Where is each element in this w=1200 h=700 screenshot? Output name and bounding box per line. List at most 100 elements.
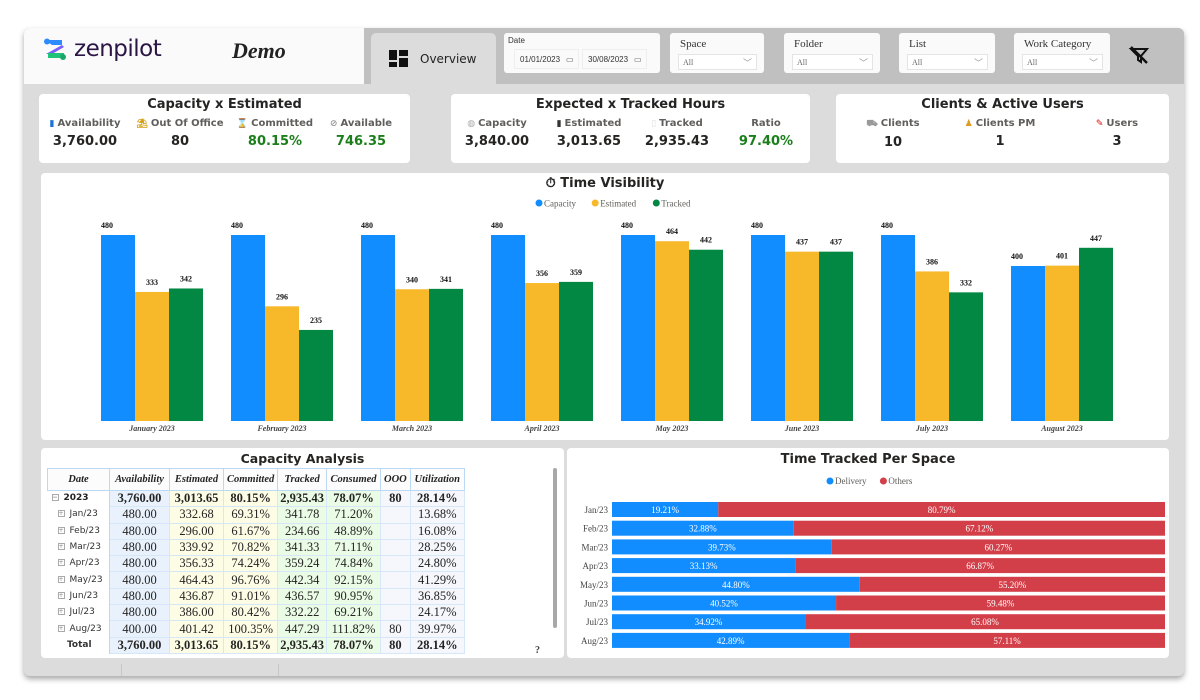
- column-header-estimated[interactable]: Estimated: [169, 468, 224, 491]
- expand-icon[interactable]: +: [57, 591, 65, 599]
- cell-utilization: 41.29%: [409, 571, 465, 589]
- tab-overview[interactable]: Overview: [371, 33, 496, 84]
- column-header-availability[interactable]: Availability: [109, 468, 170, 491]
- legend-item-delivery[interactable]: Delivery: [826, 476, 867, 486]
- column-header-tracked[interactable]: Tracked: [277, 468, 327, 491]
- table-row[interactable]: + Jun/23 480.00 436.87 91.01% 436.57 90.95% 36.…: [47, 587, 465, 606]
- table-row[interactable]: + Jul/23 480.00 386.00 80.42% 332.22 69.21% 24.…: [47, 604, 465, 622]
- y-tick-label: Jan/23: [585, 505, 609, 515]
- bar-estimated[interactable]: [785, 251, 819, 421]
- table-scrollbar[interactable]: [553, 468, 557, 628]
- expand-icon[interactable]: +: [57, 526, 65, 534]
- kpi-label: Users: [1106, 118, 1139, 129]
- collapse-icon[interactable]: −: [51, 494, 59, 502]
- legend-label: Delivery: [835, 476, 867, 486]
- bar-row: Mar/23 39.73% 60.27%: [582, 539, 1165, 555]
- bar-capacity[interactable]: [1011, 266, 1045, 421]
- date-cell[interactable]: + Jun/23: [47, 588, 110, 605]
- bar-estimated[interactable]: [655, 241, 689, 421]
- cell-tracked: 2,935.43: [277, 636, 327, 654]
- bar-capacity[interactable]: [881, 235, 915, 421]
- data-label: 55.20%: [998, 580, 1026, 590]
- table-row[interactable]: + Feb/23 480.00 296.00 61.67% 234.66 48.89% 16.…: [47, 522, 465, 540]
- column-header-utilization[interactable]: Utilization: [409, 468, 465, 491]
- table-row[interactable]: + Mar/23 480.00 339.92 70.82% 341.33 71.11% 28.…: [47, 538, 465, 557]
- bar-capacity[interactable]: [621, 235, 655, 421]
- y-tick-label: Aug/23: [581, 636, 609, 646]
- folder-dropdown[interactable]: All ﹀: [792, 54, 873, 70]
- date-cell[interactable]: + May/23: [47, 571, 110, 589]
- bar-tracked[interactable]: [429, 288, 463, 421]
- table-row[interactable]: + Jan/23 480.00 332.68 69.31% 341.78 71.20% 13.…: [47, 506, 465, 524]
- bar-estimated[interactable]: [135, 291, 169, 421]
- work-category-dropdown[interactable]: All ﹀: [1022, 54, 1103, 70]
- calendar-icon[interactable]: ▭: [566, 55, 574, 64]
- legend-item-capacity[interactable]: Capacity: [535, 199, 577, 209]
- date-cell[interactable]: + Mar/23: [47, 539, 110, 556]
- bar-tracked[interactable]: [1079, 247, 1113, 421]
- cell-estimated: 356.33: [169, 555, 224, 573]
- bar-row: Jun/23 40.52% 59.48%: [584, 595, 1165, 611]
- bar-capacity[interactable]: [101, 235, 135, 421]
- legend-item-estimated[interactable]: Estimated: [591, 199, 637, 209]
- column-header-ooo[interactable]: OOO: [380, 468, 411, 491]
- date-label: May/23: [69, 574, 103, 585]
- cell-committed: 80.42%: [222, 604, 279, 622]
- bar-capacity[interactable]: [361, 235, 395, 421]
- date-cell[interactable]: + Jan/23: [47, 506, 110, 524]
- legend-item-tracked[interactable]: Tracked: [652, 199, 691, 209]
- page-divider: [278, 664, 279, 676]
- table-row[interactable]: + Apr/23 480.00 356.33 74.24% 359.24 74.84% 24.…: [47, 555, 465, 573]
- table-row[interactable]: + May/23 480.00 464.43 96.76% 442.34 92.15% 41.…: [47, 571, 465, 589]
- cell-consumed: 71.20%: [326, 506, 381, 524]
- expand-icon[interactable]: +: [57, 608, 65, 616]
- chart-legend: Capacity Estimated Tracked: [535, 199, 691, 209]
- expand-icon[interactable]: +: [57, 543, 65, 551]
- year-row[interactable]: −2023 3,760.00 3,013.65 80.15% 2,935.43 78.07…: [47, 489, 465, 508]
- end-date-input[interactable]: 30/08/2023 ▭: [582, 49, 647, 69]
- legend-label: Others: [888, 476, 912, 486]
- date-cell[interactable]: + Apr/23: [47, 555, 110, 572]
- bar-estimated[interactable]: [915, 271, 949, 421]
- column-header-consumed[interactable]: Consumed: [326, 468, 381, 491]
- space-dropdown[interactable]: All ﹀: [678, 54, 757, 70]
- kpi-label: Ratio: [751, 118, 781, 129]
- expand-icon[interactable]: +: [57, 575, 65, 583]
- bar-tracked[interactable]: [169, 288, 203, 421]
- table-row[interactable]: + Aug/23 400.00 401.42 100.35% 447.29 111.82% 8…: [47, 620, 465, 638]
- bar-capacity[interactable]: [751, 235, 785, 421]
- bar-estimated[interactable]: [395, 289, 429, 421]
- column-header-date[interactable]: Date: [47, 468, 110, 491]
- bar-tracked[interactable]: [299, 329, 333, 421]
- bar-tracked[interactable]: [689, 249, 723, 421]
- bar-estimated[interactable]: [265, 306, 299, 421]
- help-icon[interactable]: ?: [535, 645, 540, 656]
- date-cell[interactable]: + Aug/23: [47, 620, 110, 638]
- expand-icon[interactable]: +: [57, 559, 65, 567]
- start-date-input[interactable]: 01/01/2023 ▭: [514, 49, 579, 69]
- kpi-label: Tracked: [659, 118, 703, 129]
- date-cell[interactable]: + Feb/23: [47, 523, 110, 540]
- bar-estimated[interactable]: [525, 283, 559, 421]
- bar-tracked[interactable]: [819, 251, 853, 421]
- bar-capacity[interactable]: [231, 235, 265, 421]
- data-label: 33.13%: [690, 561, 718, 571]
- list-slicer: List All ﹀: [899, 33, 995, 73]
- total-row[interactable]: Total 3,760.00 3,013.65 80.15% 2,935.43 78.07…: [47, 636, 465, 654]
- data-label: 480: [361, 221, 373, 230]
- bar-estimated[interactable]: [1045, 265, 1079, 421]
- chart-title: ⏱ Time Visibility: [546, 176, 665, 191]
- calendar-icon[interactable]: ▭: [634, 55, 642, 64]
- bar-capacity[interactable]: [491, 235, 525, 421]
- date-cell[interactable]: −2023: [47, 490, 110, 507]
- expand-icon[interactable]: +: [57, 510, 65, 518]
- legend-item-others[interactable]: Others: [879, 476, 913, 486]
- bar-tracked[interactable]: [559, 281, 593, 421]
- clear-filter-icon[interactable]: [1128, 44, 1150, 66]
- expand-icon[interactable]: +: [57, 624, 65, 632]
- column-header-committed[interactable]: Committed: [222, 468, 279, 491]
- cell-ooo: 80: [380, 620, 411, 638]
- bar-tracked[interactable]: [949, 292, 983, 421]
- list-dropdown[interactable]: All ﹀: [907, 54, 988, 70]
- date-cell[interactable]: + Jul/23: [47, 604, 110, 621]
